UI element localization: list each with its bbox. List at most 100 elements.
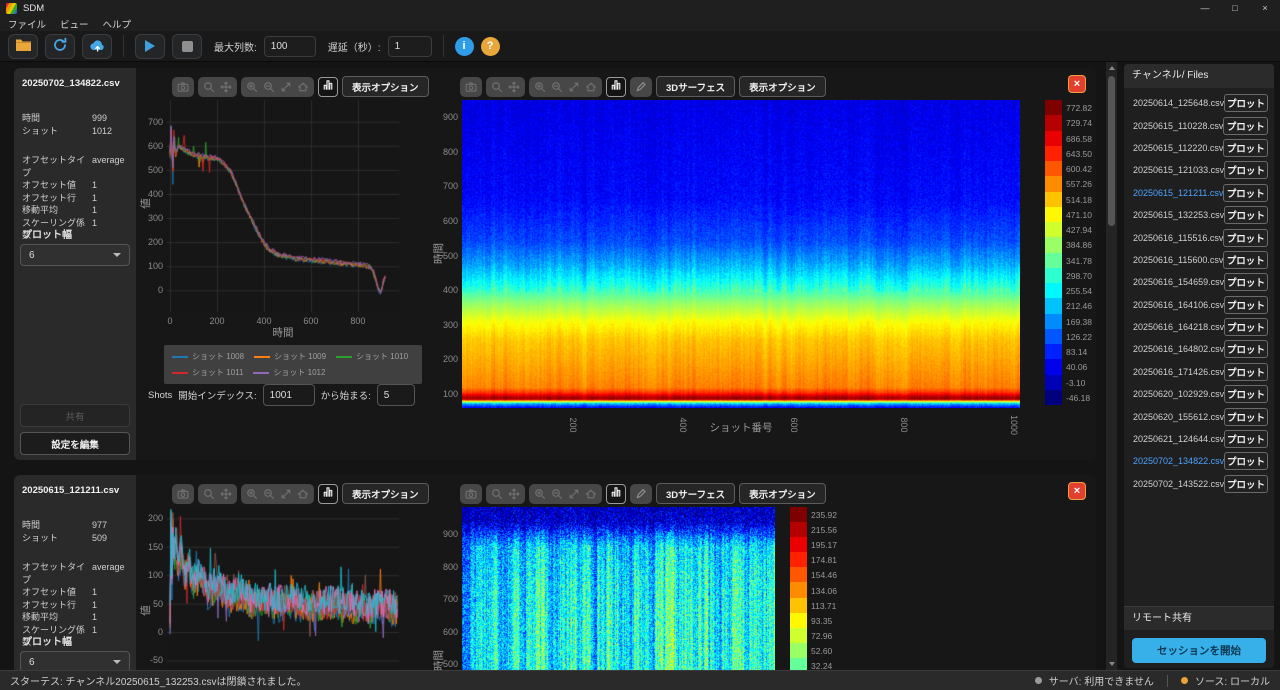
plot-file-button[interactable]: プロット (1224, 340, 1268, 358)
chart-type-button[interactable] (318, 484, 338, 504)
home-icon[interactable] (585, 81, 597, 93)
plot-file-button[interactable]: プロット (1224, 161, 1268, 179)
plot-file-button[interactable]: プロット (1223, 229, 1268, 247)
plot-file-button[interactable]: プロット (1224, 430, 1268, 448)
scrollbar-thumb[interactable] (1108, 76, 1115, 226)
plot-file-button[interactable]: プロット (1224, 273, 1268, 291)
legend-item[interactable]: ショット 1009 (254, 351, 326, 362)
zoom-out-icon[interactable] (551, 81, 563, 93)
maximize-button[interactable]: □ (1220, 0, 1250, 16)
menu-file[interactable]: ファイル (8, 17, 46, 31)
camera-icon[interactable] (177, 81, 189, 93)
display-options-button[interactable]: 表示オプション (342, 483, 429, 504)
modebar-group (198, 484, 237, 504)
chart-type-button[interactable] (606, 77, 626, 97)
zoom-out-icon[interactable] (263, 81, 275, 93)
display-options-button[interactable]: 表示オプション (342, 76, 429, 97)
home-icon[interactable] (585, 488, 597, 500)
edit-settings-button[interactable]: 設定を編集 (20, 432, 130, 455)
plot-file-button[interactable]: プロット (1224, 385, 1268, 403)
zoom-in-icon[interactable] (534, 488, 546, 500)
histogram-icon[interactable] (322, 78, 334, 96)
scroll-down-icon[interactable] (1109, 662, 1115, 666)
histogram-icon[interactable] (610, 78, 622, 96)
menu-help[interactable]: ヘルプ (103, 17, 132, 31)
autoscale-icon[interactable] (280, 488, 292, 500)
close-window-button[interactable]: × (1250, 0, 1280, 16)
legend-item[interactable]: ショット 1008 (172, 351, 244, 362)
autoscale-icon[interactable] (568, 81, 580, 93)
zoom-icon[interactable] (491, 488, 503, 500)
plot-width-select[interactable]: 6 (20, 244, 130, 266)
pen-icon[interactable] (635, 488, 647, 500)
plot-file-button[interactable]: プロット (1223, 251, 1268, 269)
refresh-button[interactable] (45, 34, 75, 59)
surface-3d-button[interactable]: 3Dサーフェス (656, 76, 735, 97)
starts-at-input[interactable] (377, 384, 415, 406)
camera-icon[interactable] (465, 488, 477, 500)
max-columns-input[interactable] (264, 36, 316, 57)
display-options-button[interactable]: 表示オプション (739, 483, 826, 504)
scroll-up-icon[interactable] (1109, 66, 1115, 70)
pan-icon[interactable] (508, 81, 520, 93)
plot-file-button[interactable]: プロット (1223, 117, 1268, 135)
camera-icon[interactable] (465, 81, 477, 93)
chart-type-button[interactable] (318, 77, 338, 97)
line-chart-canvas[interactable] (167, 100, 399, 312)
plot-width-select[interactable]: 6 (20, 651, 130, 670)
zoom-icon[interactable] (491, 81, 503, 93)
line-chart-canvas[interactable] (167, 507, 399, 670)
legend-item[interactable]: ショット 1011 (172, 367, 243, 378)
heatmap-canvas[interactable] (462, 100, 1020, 408)
menu-view[interactable]: ビュー (60, 17, 89, 31)
delay-input[interactable] (388, 36, 432, 57)
autoscale-icon[interactable] (280, 81, 292, 93)
zoom-in-icon[interactable] (246, 81, 258, 93)
open-folder-button[interactable] (8, 34, 38, 59)
close-panel-button[interactable]: × (1068, 75, 1086, 93)
plot-file-button[interactable]: プロット (1224, 94, 1268, 112)
pan-icon[interactable] (508, 488, 520, 500)
zoom-out-icon[interactable] (263, 488, 275, 500)
pan-icon[interactable] (220, 81, 232, 93)
plot-file-button[interactable]: プロット (1224, 408, 1268, 426)
home-icon[interactable] (297, 488, 309, 500)
zoom-icon[interactable] (203, 488, 215, 500)
home-icon[interactable] (297, 81, 309, 93)
display-options-button[interactable]: 表示オプション (739, 76, 826, 97)
help-button[interactable]: ? (481, 37, 500, 56)
autoscale-icon[interactable] (568, 488, 580, 500)
zoom-in-icon[interactable] (246, 488, 258, 500)
play-button[interactable] (135, 34, 165, 59)
legend-item[interactable]: ショット 1010 (336, 351, 408, 362)
histogram-icon[interactable] (610, 485, 622, 503)
vertical-scrollbar[interactable] (1106, 62, 1117, 670)
legend-item[interactable]: ショット 1012 (253, 367, 325, 378)
start-index-input[interactable] (263, 384, 315, 406)
histogram-icon[interactable] (322, 485, 334, 503)
info-button[interactable]: i (455, 37, 474, 56)
start-session-button[interactable]: セッションを開始 (1132, 638, 1266, 663)
surface-3d-button[interactable]: 3Dサーフェス (656, 483, 735, 504)
cloud-upload-button[interactable] (82, 34, 112, 59)
plot-file-button[interactable]: プロット (1224, 318, 1268, 336)
zoom-icon[interactable] (203, 81, 215, 93)
heatmap-canvas[interactable] (462, 507, 775, 670)
close-panel-button[interactable]: × (1068, 482, 1086, 500)
zoom-out-icon[interactable] (551, 488, 563, 500)
chart-type-button[interactable] (606, 484, 626, 504)
plot-file-button[interactable]: プロット (1224, 452, 1268, 470)
plot-file-button[interactable]: プロット (1224, 363, 1268, 381)
share-button[interactable]: 共有 (20, 404, 130, 427)
minimize-button[interactable]: — (1190, 0, 1220, 16)
plot-file-button[interactable]: プロット (1224, 206, 1268, 224)
plot-file-button[interactable]: プロット (1223, 139, 1268, 157)
pen-icon[interactable] (635, 81, 647, 93)
stop-button[interactable] (172, 34, 202, 59)
zoom-in-icon[interactable] (534, 81, 546, 93)
plot-file-button[interactable]: プロット (1224, 475, 1268, 493)
plot-file-button[interactable]: プロット (1224, 296, 1268, 314)
pan-icon[interactable] (220, 488, 232, 500)
camera-icon[interactable] (177, 488, 189, 500)
plot-file-button[interactable]: プロット (1223, 184, 1268, 202)
